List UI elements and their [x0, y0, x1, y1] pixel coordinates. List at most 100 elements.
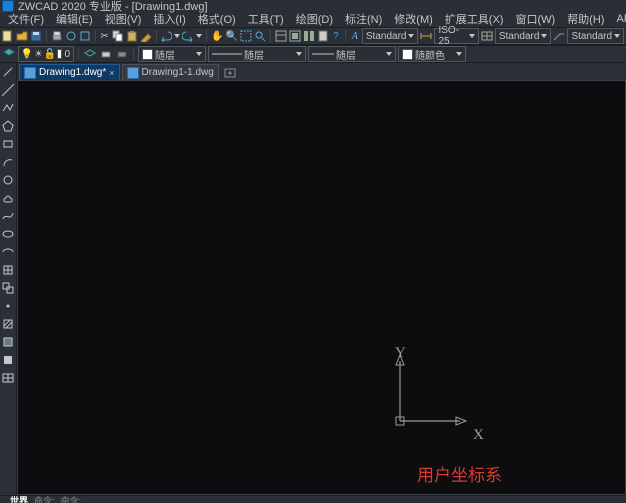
- document-tab-bar: Drawing1.dwg* × Drawing1-1.dwg: [17, 63, 626, 80]
- dim-style-dropdown[interactable]: ISO-25: [434, 28, 478, 44]
- tab-label: Drawing1-1.dwg: [142, 67, 214, 78]
- table-style-dropdown[interactable]: Standard: [495, 28, 552, 44]
- menu-help[interactable]: 帮助(H): [563, 11, 608, 27]
- mleader-style-value: Standard: [571, 31, 612, 42]
- menu-file[interactable]: 文件(F): [4, 11, 48, 27]
- menu-draw[interactable]: 绘图(D): [292, 11, 337, 27]
- undo-icon[interactable]: [160, 29, 172, 43]
- menu-window[interactable]: 窗口(W): [511, 11, 559, 27]
- app-icon: [2, 0, 14, 12]
- document-icon: [127, 67, 139, 79]
- new-file-icon[interactable]: [2, 29, 14, 43]
- paste-icon[interactable]: [126, 29, 138, 43]
- layer-manager-icon[interactable]: [2, 47, 16, 61]
- open-file-icon[interactable]: [16, 29, 28, 43]
- menu-modify[interactable]: 修改(M): [390, 11, 437, 27]
- layer-iso-icon[interactable]: [99, 47, 113, 61]
- rectangle-tool-icon[interactable]: [1, 137, 15, 151]
- region-tool-icon[interactable]: [1, 353, 15, 367]
- table-tool-icon[interactable]: [1, 371, 15, 385]
- status-world[interactable]: 世界: [10, 495, 28, 503]
- tab-drawing1[interactable]: Drawing1.dwg* ×: [19, 64, 120, 80]
- copy-icon[interactable]: [112, 29, 124, 43]
- ellipse-tool-icon[interactable]: [1, 227, 15, 241]
- ellipse-arc-tool-icon[interactable]: [1, 245, 15, 259]
- layer-value: 随层: [155, 47, 175, 62]
- color-value: 随颜色: [415, 47, 445, 62]
- tool-palettes-icon[interactable]: [303, 29, 315, 43]
- menu-edit[interactable]: 编辑(E): [52, 11, 97, 27]
- layer-dropdown[interactable]: 随层: [138, 46, 206, 62]
- mleader-style-dropdown[interactable]: Standard: [567, 28, 624, 44]
- dim-style-value: ISO-25: [438, 25, 466, 47]
- menu-tools[interactable]: 工具(T): [244, 11, 288, 27]
- status-cmd1: 命令:: [34, 495, 55, 503]
- toolbar-layers: 💡 ☀ 🔓 0 随层 随层 随层 随颜色: [0, 45, 626, 63]
- design-center-icon[interactable]: [289, 29, 301, 43]
- lineweight-dropdown[interactable]: 随层: [308, 46, 396, 62]
- menu-view[interactable]: 视图(V): [101, 11, 146, 27]
- text-style-dropdown[interactable]: Standard: [362, 28, 419, 44]
- zoom-rt-icon[interactable]: 🔍: [226, 29, 238, 43]
- menu-dim[interactable]: 标注(N): [341, 11, 386, 27]
- content-row: Drawing1.dwg* × Drawing1-1.dwg: [0, 63, 626, 495]
- gradient-tool-icon[interactable]: [1, 335, 15, 349]
- xline-tool-icon[interactable]: [1, 83, 15, 97]
- zoom-win-icon[interactable]: [240, 29, 252, 43]
- linetype-preview-icon: [212, 50, 242, 58]
- main-area: Drawing1.dwg* × Drawing1-1.dwg: [17, 63, 626, 495]
- spline-tool-icon[interactable]: [1, 209, 15, 223]
- redo-dd-icon[interactable]: [196, 29, 202, 43]
- properties-icon[interactable]: [275, 29, 287, 43]
- text-style-icon[interactable]: A: [350, 29, 360, 43]
- revcloud-tool-icon[interactable]: [1, 191, 15, 205]
- x-axis-label: X: [473, 427, 484, 444]
- line-tool-icon[interactable]: [1, 65, 15, 79]
- menu-app[interactable]: APP+: [612, 13, 626, 25]
- mleader-style-icon[interactable]: [553, 29, 565, 43]
- toolbar-standard: ✂ ✋ 🔍 ? A Standard ISO-25 Standard Stand…: [0, 27, 626, 45]
- undo-dd-icon[interactable]: [174, 29, 180, 43]
- zoom-prev-icon[interactable]: [254, 29, 266, 43]
- cut-icon[interactable]: ✂: [99, 29, 109, 43]
- insert-block-tool-icon[interactable]: [1, 263, 15, 277]
- hatch-tool-icon[interactable]: [1, 317, 15, 331]
- table-style-icon[interactable]: [481, 29, 493, 43]
- point-tool-icon[interactable]: [1, 299, 15, 313]
- lock-open-icon: 🔓: [45, 49, 55, 59]
- close-icon[interactable]: ×: [109, 68, 114, 78]
- match-prop-icon[interactable]: [140, 29, 152, 43]
- layer-state-dropdown[interactable]: 💡 ☀ 🔓 0: [18, 46, 74, 62]
- help-icon[interactable]: ?: [331, 29, 341, 43]
- menu-insert[interactable]: 插入(I): [149, 11, 189, 27]
- new-tab-button[interactable]: [223, 66, 237, 80]
- lineweight-value: 随层: [336, 47, 356, 62]
- sun-icon: ☀: [34, 49, 43, 59]
- publish-icon[interactable]: [79, 29, 91, 43]
- save-icon[interactable]: [30, 29, 42, 43]
- linetype-dropdown[interactable]: 随层: [208, 46, 306, 62]
- layer-state-value: 0: [64, 49, 70, 60]
- tab-label: Drawing1.dwg*: [39, 67, 106, 78]
- color-dropdown[interactable]: 随颜色: [398, 46, 466, 62]
- calc-icon[interactable]: [317, 29, 329, 43]
- polygon-tool-icon[interactable]: [1, 119, 15, 133]
- menu-bar: 文件(F) 编辑(E) 视图(V) 插入(I) 格式(O) 工具(T) 绘图(D…: [0, 11, 626, 27]
- text-style-value: Standard: [366, 31, 407, 42]
- color-swatch-icon: [57, 49, 62, 59]
- bulb-on-icon: 💡: [22, 49, 32, 59]
- menu-format[interactable]: 格式(O): [194, 11, 240, 27]
- drawing-canvas[interactable]: Y X 用户坐标系: [17, 80, 626, 495]
- make-block-tool-icon[interactable]: [1, 281, 15, 295]
- polyline-tool-icon[interactable]: [1, 101, 15, 115]
- redo-icon[interactable]: [182, 29, 194, 43]
- layer-off-icon[interactable]: [115, 47, 129, 61]
- tab-drawing1-1[interactable]: Drawing1-1.dwg: [122, 64, 219, 80]
- print-icon[interactable]: [51, 29, 63, 43]
- arc-tool-icon[interactable]: [1, 155, 15, 169]
- plot-preview-icon[interactable]: [65, 29, 77, 43]
- layer-prev-icon[interactable]: [83, 47, 97, 61]
- circle-tool-icon[interactable]: [1, 173, 15, 187]
- pan-icon[interactable]: ✋: [211, 29, 223, 43]
- dim-style-icon[interactable]: [420, 29, 432, 43]
